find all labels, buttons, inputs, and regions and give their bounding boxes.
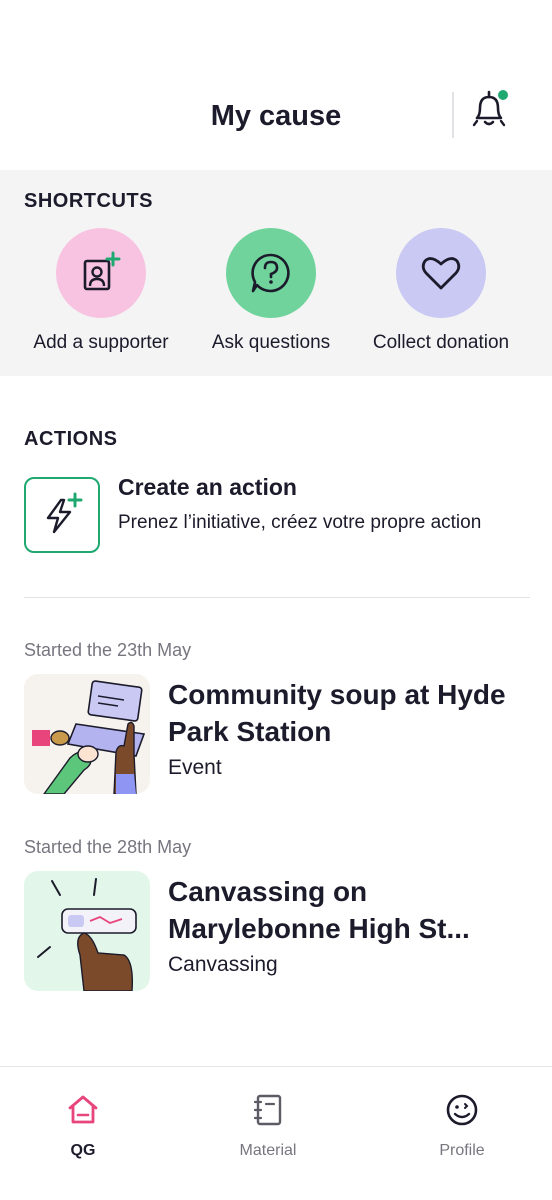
bolt-plus-icon bbox=[46, 492, 83, 534]
divider bbox=[24, 597, 530, 598]
action-type: Event bbox=[168, 756, 222, 779]
tab-qg[interactable]: QG bbox=[13, 1093, 153, 1160]
create-action-title: Create an action bbox=[118, 474, 297, 500]
home-icon bbox=[68, 1095, 98, 1124]
shortcut-label: Collect donation bbox=[372, 332, 510, 353]
tab-label: Material bbox=[239, 1142, 297, 1159]
action-date: Started the 28th May bbox=[24, 837, 192, 857]
action-title: Canvassing on Marylebonne High St... bbox=[168, 876, 470, 944]
tab-profile[interactable]: Profile bbox=[392, 1093, 532, 1160]
shortcut-ask-questions[interactable]: Ask questions bbox=[186, 228, 356, 354]
action-card[interactable]: Started the 23th May Community soup at H… bbox=[24, 640, 530, 815]
smiley-icon bbox=[446, 1094, 478, 1126]
action-thumbnail bbox=[24, 871, 150, 991]
heart-icon bbox=[421, 257, 461, 290]
tab-label: QG bbox=[70, 1142, 96, 1159]
bottom-tab-bar: QG Material Profile bbox=[0, 1066, 552, 1200]
shortcut-collect-donation[interactable]: Collect donation bbox=[356, 228, 526, 354]
create-action-description: Prenez l’initiative, créez votre propre … bbox=[118, 512, 482, 533]
shortcut-add-supporter[interactable]: Add a supporter bbox=[16, 228, 186, 354]
header: My cause bbox=[0, 0, 552, 170]
action-date: Started the 23th May bbox=[24, 640, 192, 660]
actions-heading: ACTIONS bbox=[24, 428, 118, 450]
shortcut-label: Ask questions bbox=[211, 332, 331, 353]
header-divider bbox=[452, 92, 454, 138]
add-user-icon bbox=[83, 251, 121, 291]
doorbell-illustration bbox=[24, 871, 150, 991]
action-title: Community soup at Hyde Park Station bbox=[168, 679, 506, 747]
shortcuts-heading: SHORTCUTS bbox=[24, 190, 153, 212]
shortcut-circle bbox=[226, 228, 316, 318]
tab-material[interactable]: Material bbox=[198, 1093, 338, 1160]
laptop-illustration bbox=[24, 674, 150, 794]
create-action-button[interactable]: Create an action Prenez l’initiative, cr… bbox=[24, 472, 528, 567]
create-action-icon-box bbox=[24, 477, 100, 553]
action-thumbnail bbox=[24, 674, 150, 794]
shortcut-label: Add a supporter bbox=[33, 332, 169, 353]
shortcut-circle bbox=[396, 228, 486, 318]
notification-badge bbox=[498, 90, 508, 100]
question-icon bbox=[251, 253, 290, 293]
shortcut-circle bbox=[56, 228, 146, 318]
notebook-icon bbox=[253, 1094, 282, 1126]
action-type: Canvassing bbox=[168, 953, 278, 976]
tab-label: Profile bbox=[439, 1142, 485, 1159]
action-card[interactable]: Started the 28th May Canvassing on Maryl… bbox=[24, 837, 530, 1012]
notifications-button[interactable] bbox=[468, 88, 510, 132]
shortcuts-section: SHORTCUTS Add a supporter Ask questions bbox=[0, 170, 552, 376]
